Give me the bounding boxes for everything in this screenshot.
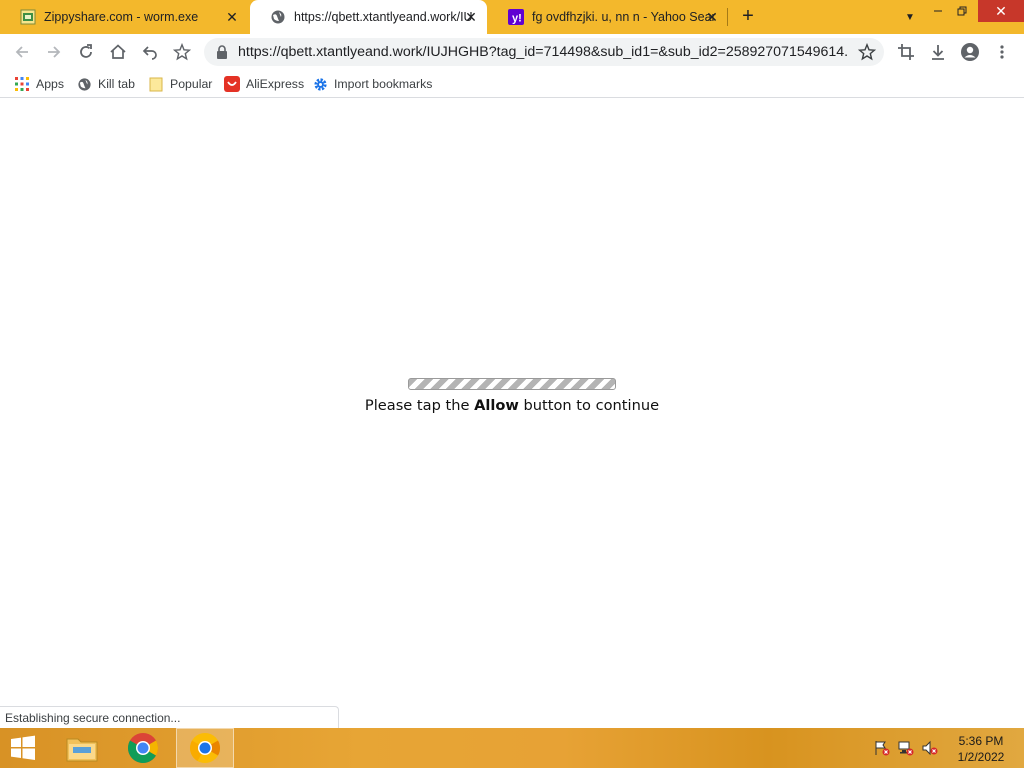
folder-icon (148, 76, 164, 92)
undo-icon (142, 46, 157, 60)
bookmark-import[interactable]: Import bookmarks (312, 75, 432, 93)
tab-separator (727, 8, 728, 26)
undo-button[interactable] (136, 38, 164, 66)
restore-button[interactable] (946, 0, 978, 22)
bookmark-label: Apps (36, 77, 65, 91)
message-allow-word: Allow (474, 397, 519, 414)
back-button[interactable] (8, 38, 36, 66)
kill-tab-icon (76, 76, 92, 92)
tab-search-dropdown-icon[interactable]: ▼ (902, 10, 918, 24)
account-icon (961, 43, 979, 61)
forward-button[interactable] (40, 38, 68, 66)
star-icon (173, 43, 191, 61)
apps-grid-icon (14, 76, 30, 92)
message-text-before: Please tap the (364, 397, 475, 414)
download-button[interactable] (924, 38, 952, 66)
tab-yahoo-search[interactable]: y! fg ovdfhzjki. u, nn n - Yahoo Sear ✕ (488, 0, 728, 34)
folder-icon (66, 738, 98, 762)
bookmark-kill-tab[interactable]: Kill tab (76, 75, 135, 93)
tab-title: fg ovdfhzjki. u, nn n - Yahoo Sear (532, 10, 716, 24)
start-button[interactable] (0, 728, 46, 768)
close-tab-icon[interactable]: ✕ (463, 9, 479, 25)
globe-icon (270, 9, 286, 25)
url-text[interactable]: https://qbett.xtantlyeand.work/IUJHGHB?t… (238, 44, 848, 60)
progress-fill (409, 379, 615, 389)
page-content: Please tap the Allow button to continue (0, 103, 1024, 728)
arrow-left-icon (15, 46, 28, 58)
chrome-icon (127, 733, 159, 764)
bookmark-label: Import bookmarks (334, 77, 433, 91)
windows-logo-icon (11, 735, 35, 760)
zippyshare-favicon (20, 9, 36, 25)
download-icon (932, 45, 944, 60)
file-explorer-taskbar-button[interactable] (53, 728, 111, 768)
chrome-icon (189, 733, 221, 763)
system-clock[interactable]: 5:36 PM 1/2/2022 (946, 733, 1016, 765)
close-window-button[interactable]: ✕ (978, 0, 1024, 22)
address-bar[interactable]: https://qbett.xtantlyeand.work/IUJHGHB?t… (204, 38, 884, 66)
close-tab-icon[interactable]: ✕ (704, 9, 720, 25)
tab-title: https://qbett.xtantlyeand.work/IU (294, 10, 473, 24)
tab-strip: Zippyshare.com - worm.exe ✕ https://qbet… (0, 0, 1024, 34)
new-tab-button[interactable]: + (737, 5, 759, 27)
bookmark-aliexpress[interactable]: AliExpress (224, 75, 304, 93)
status-bubble: Establishing secure connection... (0, 706, 339, 728)
tab-active-page[interactable]: https://qbett.xtantlyeand.work/IU ✕ (250, 0, 487, 34)
chrome-taskbar-button[interactable] (114, 728, 172, 768)
tab-title: Zippyshare.com - worm.exe (44, 10, 199, 24)
yahoo-favicon: y! (508, 9, 524, 25)
clock-time: 5:36 PM (958, 734, 1004, 748)
bookmark-apps[interactable]: Apps (14, 75, 64, 93)
bookmark-page-star-icon[interactable] (857, 42, 877, 66)
menu-button[interactable] (988, 38, 1016, 66)
kebab-menu-icon (1000, 45, 1004, 59)
chrome-active-taskbar-button[interactable] (176, 728, 234, 768)
bookmark-popular[interactable]: Popular (148, 75, 212, 93)
home-button[interactable] (104, 38, 132, 66)
bookmark-label: Popular (170, 77, 213, 91)
windows-taskbar: 5:36 PM 1/2/2022 (0, 728, 1024, 768)
lock-icon[interactable] (216, 45, 228, 64)
svg-text:y!: y! (512, 13, 522, 25)
aliexpress-icon (224, 76, 240, 92)
message-text-after: button to continue (518, 397, 660, 414)
bookmark-star-button[interactable] (168, 38, 196, 66)
gear-icon (312, 76, 328, 92)
bookmarks-bar: Apps Kill tab Popular AliExpress Import … (0, 70, 1024, 98)
crop-extension-button[interactable] (892, 38, 920, 66)
allow-prompt-message: Please tap the Allow button to continue (0, 397, 1024, 414)
home-icon (110, 44, 126, 59)
reload-button[interactable] (72, 38, 100, 66)
action-center-flag-icon[interactable] (873, 740, 891, 756)
close-tab-icon[interactable]: ✕ (224, 9, 240, 25)
network-icon[interactable] (897, 740, 915, 756)
bookmark-label: AliExpress (246, 77, 305, 91)
loading-progress-bar (408, 378, 616, 390)
profile-button[interactable] (956, 38, 984, 66)
volume-muted-icon[interactable] (921, 740, 939, 756)
bookmark-label: Kill tab (98, 77, 135, 91)
crop-icon (898, 44, 914, 60)
tab-zippyshare[interactable]: Zippyshare.com - worm.exe ✕ (0, 0, 248, 34)
arrow-right-icon (48, 46, 61, 58)
reload-icon (80, 44, 92, 58)
clock-date: 1/2/2022 (957, 750, 1005, 764)
